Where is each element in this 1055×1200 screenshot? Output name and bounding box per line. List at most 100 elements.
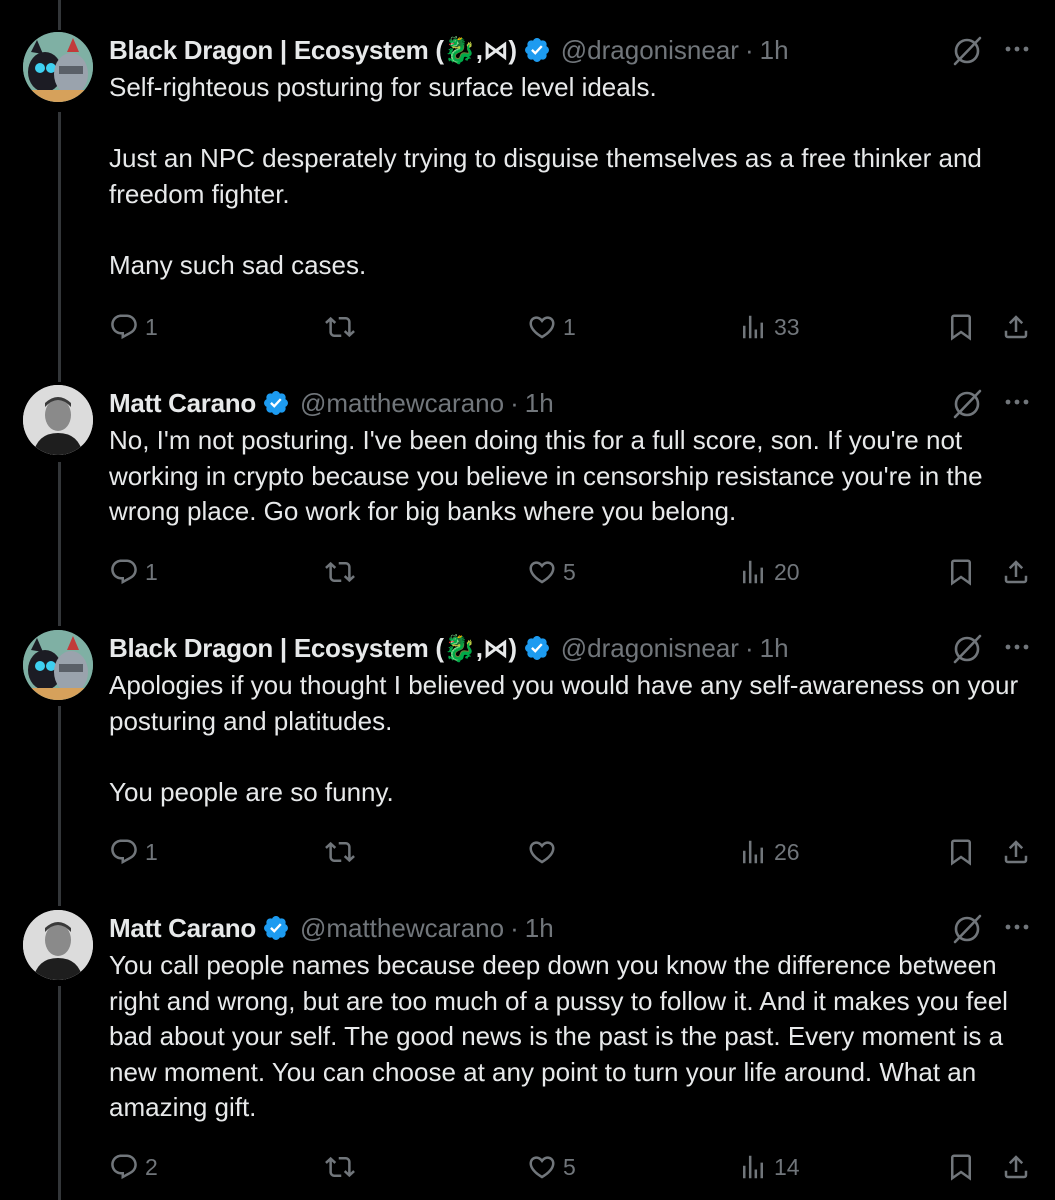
reply-count: 1 xyxy=(145,558,158,585)
author-name[interactable]: Matt Carano xyxy=(109,388,256,419)
like-icon xyxy=(529,1156,555,1179)
views-icon xyxy=(743,315,763,339)
tweet-paragraph: Many such sad cases. xyxy=(109,249,367,280)
tweet-paragraph: Apologies if you thought I believed you … xyxy=(109,670,1019,736)
timestamp[interactable]: 1h xyxy=(760,35,789,66)
avatar[interactable] xyxy=(23,385,93,455)
tweet-paragraph: No, I'm not posturing. I've been doing t… xyxy=(109,425,983,526)
share-icon xyxy=(1004,560,1028,584)
more-icon[interactable] xyxy=(1000,385,1034,419)
action-bar: 1 5 20 xyxy=(0,552,1055,592)
views-icon xyxy=(743,1155,763,1179)
timestamp[interactable]: 1h xyxy=(525,913,554,944)
bookmark-icon xyxy=(951,839,971,866)
share-button[interactable] xyxy=(1001,307,1031,347)
grok-icon[interactable] xyxy=(950,387,984,421)
share-button[interactable] xyxy=(1001,832,1031,872)
author-handle[interactable]: @dragonisnear xyxy=(561,633,739,664)
bookmark-icon xyxy=(951,559,971,586)
bookmark-button[interactable] xyxy=(946,552,976,592)
reply-count: 1 xyxy=(145,313,158,340)
views-button[interactable]: 26 xyxy=(738,832,800,872)
share-icon xyxy=(1004,315,1028,339)
avatar[interactable] xyxy=(23,910,93,980)
repost-icon xyxy=(325,841,355,863)
like-button[interactable]: 5 xyxy=(527,552,576,592)
avatar[interactable] xyxy=(23,32,93,102)
like-count: 1 xyxy=(563,313,576,340)
grok-icon[interactable] xyxy=(950,34,984,68)
reply-button[interactable]: 2 xyxy=(109,1147,158,1187)
like-count: 5 xyxy=(563,558,576,585)
reply-button[interactable]: 1 xyxy=(109,552,158,592)
views-icon xyxy=(743,560,763,584)
tweet-header: Black Dragon | Ecosystem (🐉,⋈) @dragonis… xyxy=(109,32,789,68)
reply-button[interactable]: 1 xyxy=(109,307,158,347)
verified-badge-icon xyxy=(524,38,549,62)
repost-icon xyxy=(325,561,355,583)
tweet-text: Apologies if you thought I believed you … xyxy=(109,668,1039,810)
tweet-paragraph: Just an NPC desperately trying to disgui… xyxy=(109,143,982,209)
views-button[interactable]: 14 xyxy=(738,1147,800,1187)
share-button[interactable] xyxy=(1001,552,1031,592)
like-button[interactable] xyxy=(527,832,563,872)
views-button[interactable]: 20 xyxy=(738,552,800,592)
views-button[interactable]: 33 xyxy=(738,307,800,347)
like-icon xyxy=(529,316,555,339)
more-icon[interactable] xyxy=(1000,910,1034,944)
reply-button[interactable]: 1 xyxy=(109,832,158,872)
tweet-paragraph: Self-righteous posturing for surface lev… xyxy=(109,72,657,102)
author-name[interactable]: Black Dragon | Ecosystem (🐉,⋈) xyxy=(109,35,517,66)
separator-dot: · xyxy=(744,632,754,663)
grok-icon[interactable] xyxy=(950,912,984,946)
views-count: 33 xyxy=(774,313,800,340)
like-icon xyxy=(529,841,555,864)
like-button[interactable]: 1 xyxy=(527,307,576,347)
author-handle[interactable]: @matthewcarano xyxy=(300,913,504,944)
bookmark-button[interactable] xyxy=(946,1147,976,1187)
like-count: 5 xyxy=(563,1153,576,1180)
tweet-header: Matt Carano @matthewcarano · 1h xyxy=(109,910,554,946)
reply-count: 1 xyxy=(145,838,158,865)
repost-icon xyxy=(325,316,355,338)
views-count: 26 xyxy=(774,838,800,865)
views-icon xyxy=(743,840,763,864)
verified-badge-icon xyxy=(263,916,288,940)
action-bar: 2 5 14 xyxy=(0,1147,1055,1187)
author-handle[interactable]: @dragonisnear xyxy=(561,35,739,66)
thread-line-top xyxy=(58,0,61,30)
reply-icon xyxy=(111,1154,137,1180)
share-icon xyxy=(1004,840,1028,864)
author-handle[interactable]: @matthewcarano xyxy=(300,388,504,419)
grok-icon[interactable] xyxy=(950,632,984,666)
separator-dot: · xyxy=(744,34,754,65)
reply-count: 2 xyxy=(145,1153,158,1180)
timestamp[interactable]: 1h xyxy=(760,633,789,664)
tweet-header: Matt Carano @matthewcarano · 1h xyxy=(109,385,554,421)
tweet-paragraph: You people are so funny. xyxy=(109,776,394,807)
repost-button[interactable] xyxy=(325,552,361,592)
repost-button[interactable] xyxy=(325,1147,361,1187)
more-icon[interactable] xyxy=(1000,630,1034,664)
tweet-text: Self-righteous posturing for surface lev… xyxy=(109,70,1039,283)
author-name[interactable]: Matt Carano xyxy=(109,913,256,944)
views-count: 20 xyxy=(774,558,800,585)
bookmark-button[interactable] xyxy=(946,832,976,872)
author-name[interactable]: Black Dragon | Ecosystem (🐉,⋈) xyxy=(109,633,517,664)
share-icon xyxy=(1004,1155,1028,1179)
avatar[interactable] xyxy=(23,630,93,700)
views-count: 14 xyxy=(774,1153,800,1180)
share-button[interactable] xyxy=(1001,1147,1031,1187)
timestamp[interactable]: 1h xyxy=(525,388,554,419)
action-bar: 1 1 33 xyxy=(0,307,1055,347)
more-icon[interactable] xyxy=(1000,32,1034,66)
tweet-text: You call people names because deep down … xyxy=(109,948,1039,1126)
like-button[interactable]: 5 xyxy=(527,1147,576,1187)
repost-button[interactable] xyxy=(325,832,361,872)
repost-button[interactable] xyxy=(325,307,361,347)
repost-icon xyxy=(325,1156,355,1178)
bookmark-button[interactable] xyxy=(946,307,976,347)
bookmark-icon xyxy=(951,314,971,341)
tweet-header: Black Dragon | Ecosystem (🐉,⋈) @dragonis… xyxy=(109,630,789,666)
reply-icon xyxy=(111,314,137,340)
